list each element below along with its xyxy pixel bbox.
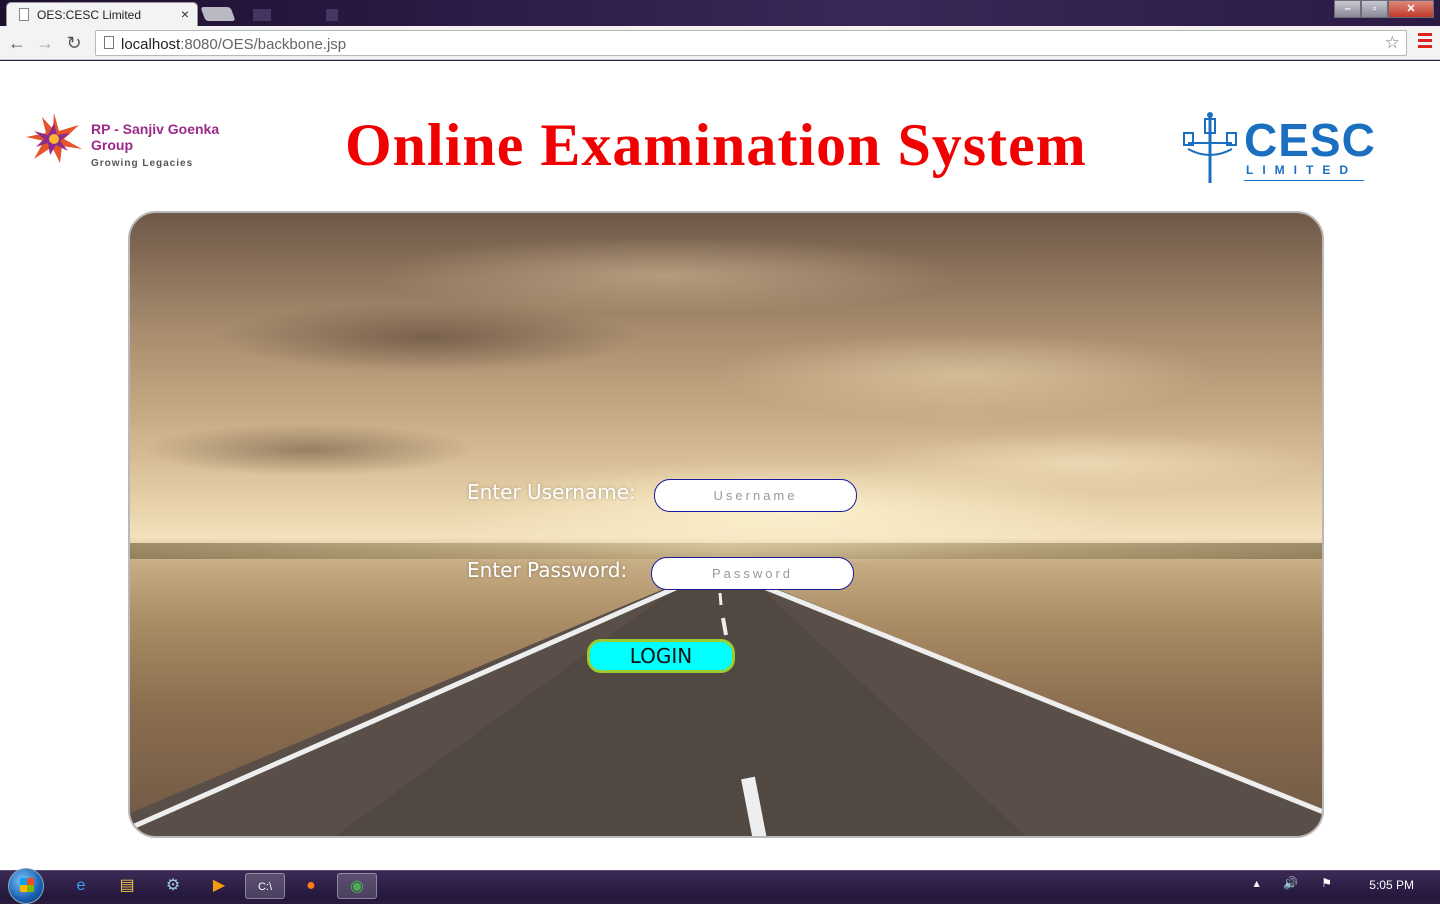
page-icon [104,36,114,49]
background-app-icon [253,9,271,21]
page-favicon-icon [19,8,29,21]
minimize-button[interactable]: – [1334,0,1361,18]
network-tool-icon[interactable]: ⚙ [153,873,193,899]
star-burst-icon [26,113,82,163]
chrome-menu-icon[interactable] [1418,33,1432,51]
taskbar-clock[interactable]: 5:05 PM [1369,878,1414,892]
login-button[interactable]: LOGIN [587,639,735,673]
media-player-icon[interactable]: ▶ [199,873,239,899]
chrome-icon[interactable]: ◉ [337,873,377,899]
window-controls: – ▫ ✕ [1334,0,1434,20]
windows-logo-icon [20,878,34,892]
rp-logo-name: RP - Sanjiv Goenka Group [91,121,220,153]
cesc-logo-name: CESC [1244,114,1376,166]
rp-sanjiv-goenka-logo: RP - Sanjiv Goenka Group Growing Legacie… [24,111,234,181]
reload-button[interactable]: ↻ [63,32,85,54]
url-host: localhost [121,36,181,53]
forward-button[interactable]: → [34,32,56,54]
bookmark-star-icon[interactable]: ☆ [1385,33,1400,53]
internet-explorer-icon[interactable]: e [61,873,101,899]
browser-toolbar: ← → ↻ localhost:8080/OES/backbone.jsp ☆ [0,26,1440,60]
tab-close-icon[interactable]: × [181,6,189,22]
road-image [130,576,1322,836]
tab-title: OES:CESC Limited [37,8,142,22]
url-path: :8080/OES/backbone.jsp [180,36,347,53]
close-window-button[interactable]: ✕ [1388,0,1434,18]
address-bar[interactable]: localhost:8080/OES/backbone.jsp ☆ [95,30,1407,56]
new-tab-button[interactable] [200,7,236,21]
background-app-icon [326,9,338,21]
page-title: Online Examination System [345,112,1087,178]
cesc-logo-underline [1244,180,1364,181]
cesc-logo-subtitle: LIMITED [1246,163,1357,177]
password-label: Enter Password: [467,558,628,582]
browser-titlebar: OES:CESC Limited × – ▫ ✕ [0,0,1440,26]
login-hero-panel: Enter Username: Enter Password: LOGIN [128,211,1324,838]
rp-logo-tagline: Growing Legacies [91,158,194,169]
browser-tab[interactable]: OES:CESC Limited × [6,2,198,26]
command-prompt-icon[interactable]: C:\ [245,873,285,899]
page-content: RP - Sanjiv Goenka Group Growing Legacie… [0,61,1440,870]
firefox-icon[interactable]: ● [291,873,331,899]
system-tray-icons[interactable]: ▴ 🔊 ⚑ [1254,876,1342,890]
file-explorer-icon[interactable]: ▤ [107,873,147,899]
lamp-post-icon [1183,112,1237,183]
username-label: Enter Username: [467,480,636,504]
maximize-button[interactable]: ▫ [1361,0,1388,18]
windows-taskbar: e ▤ ⚙ ▶ C:\ ● ◉ ▴ 🔊 ⚑ 5:05 PM [0,868,1440,904]
cesc-logo: CESC LIMITED [1180,109,1375,185]
username-input[interactable] [654,479,857,512]
start-button[interactable] [8,868,44,904]
password-input[interactable] [651,557,854,590]
url-text: localhost:8080/OES/backbone.jsp [121,36,346,53]
back-button[interactable]: ← [6,32,28,54]
